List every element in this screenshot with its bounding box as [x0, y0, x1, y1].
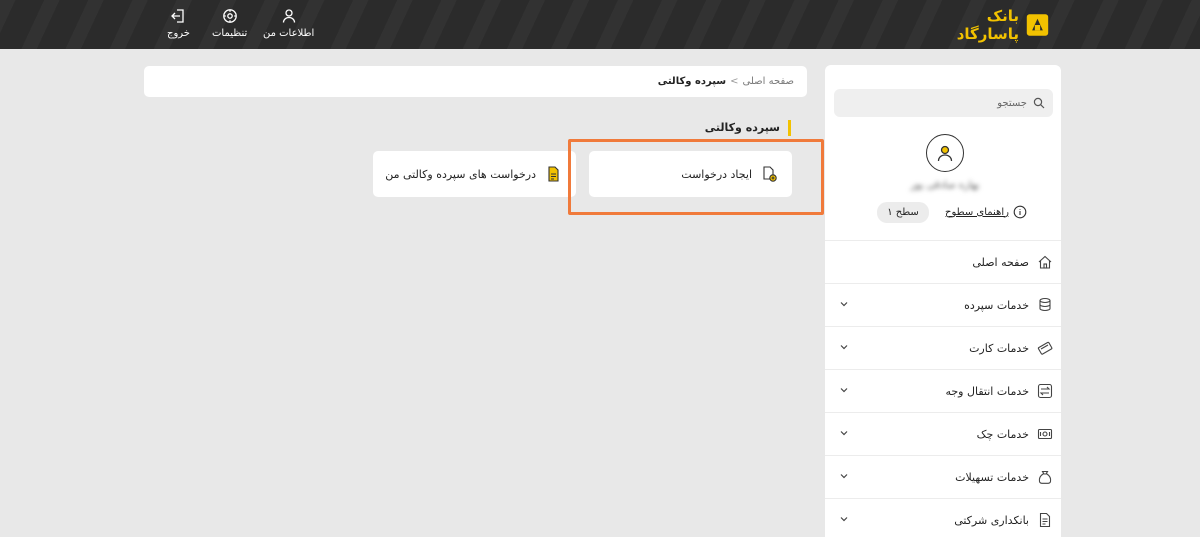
chevron-down-icon — [840, 345, 848, 350]
levels-guide-link[interactable]: راهنمای سطوح — [945, 203, 1027, 221]
sidebar-item-label: خدمات سپرده — [964, 298, 1029, 312]
transfer-icon — [1037, 383, 1053, 399]
sidebar-item-label: خدمات تسهیلات — [955, 470, 1029, 484]
sidebar-item-label: بانکداری شرکتی — [954, 513, 1029, 527]
user-icon — [282, 9, 295, 23]
logo-text: بانک پاسارگاد — [956, 7, 1020, 43]
top-header: بانک پاسارگاد اطلاعات من تنظیمات خروج — [0, 0, 1200, 49]
gear-icon — [222, 9, 237, 23]
corporate-document-icon — [1039, 512, 1051, 528]
logo-emblem-icon — [1026, 14, 1049, 36]
breadcrumb-home-link[interactable]: صفحه اصلی — [743, 76, 794, 87]
sidebar-item-card-services[interactable]: خدمات کارت — [825, 327, 1061, 370]
sidebar-item-home[interactable]: صفحه اصلی — [825, 241, 1061, 284]
levels-guide-label: راهنمای سطوح — [945, 206, 1009, 218]
chevron-down-icon — [840, 431, 848, 436]
sidebar-item-corporate-banking[interactable]: بانکداری شرکتی — [825, 499, 1061, 537]
section-title: سپرده وکالتی — [705, 120, 791, 136]
document-add-icon — [763, 166, 777, 182]
sidebar-item-deposit-services[interactable]: خدمات سپرده — [825, 284, 1061, 327]
card-icon — [1037, 341, 1053, 355]
sidebar: بهاره صادقی پور راهنمای سطوح سطح ۱ صفحه … — [825, 65, 1061, 537]
logout-icon — [171, 9, 185, 23]
home-icon — [1038, 255, 1052, 269]
sidebar-item-label: خدمات انتقال وجه — [945, 384, 1029, 398]
info-icon — [1013, 205, 1027, 219]
document-list-icon — [548, 166, 559, 182]
sidebar-item-loan-services[interactable]: خدمات تسهیلات — [825, 456, 1061, 499]
bank-logo[interactable]: بانک پاسارگاد — [930, 7, 1050, 43]
avatar[interactable] — [926, 134, 964, 172]
search-icon — [1033, 97, 1045, 109]
breadcrumb: صفحه اصلی > سپرده وکالتی — [144, 66, 807, 97]
chevron-down-icon — [840, 474, 848, 479]
loan-bag-icon — [1038, 470, 1052, 484]
chevron-down-icon — [840, 388, 848, 393]
sidebar-item-label: صفحه اصلی — [972, 255, 1029, 269]
breadcrumb-separator: > — [730, 76, 739, 87]
search-input[interactable] — [847, 97, 1027, 109]
create-request-card[interactable]: ایجاد درخواست — [589, 151, 792, 197]
chevron-down-icon — [840, 302, 848, 307]
my-info-label: اطلاعات من — [263, 28, 315, 39]
sidebar-menu: صفحه اصلی خدمات سپرده خدمات کارت خدمات ا… — [825, 240, 1061, 537]
sidebar-item-label: خدمات چک — [976, 427, 1029, 441]
my-info-button[interactable]: اطلاعات من — [263, 8, 314, 39]
user-avatar-icon — [937, 145, 953, 162]
logout-label: خروج — [167, 28, 190, 39]
logout-button[interactable]: خروج — [167, 8, 190, 39]
search-box[interactable] — [834, 89, 1053, 117]
settings-label: تنظیمات — [212, 28, 248, 39]
breadcrumb-current: سپرده وکالتی — [657, 76, 727, 87]
coins-icon — [1039, 297, 1051, 312]
sidebar-item-transfer-services[interactable]: خدمات انتقال وجه — [825, 370, 1061, 413]
sidebar-item-cheque-services[interactable]: خدمات چک — [825, 413, 1061, 456]
create-request-label: ایجاد درخواست — [681, 167, 752, 181]
my-requests-label: درخواست های سپرده وکالتی من — [385, 167, 536, 181]
level-badge: سطح ۱ — [877, 202, 929, 223]
sidebar-item-label: خدمات کارت — [969, 341, 1029, 355]
chevron-down-icon — [840, 517, 848, 522]
settings-button[interactable]: تنظیمات — [212, 8, 247, 39]
cheque-icon — [1037, 428, 1053, 440]
my-requests-card[interactable]: درخواست های سپرده وکالتی من — [373, 151, 576, 197]
user-name: بهاره صادقی پور — [910, 180, 980, 191]
